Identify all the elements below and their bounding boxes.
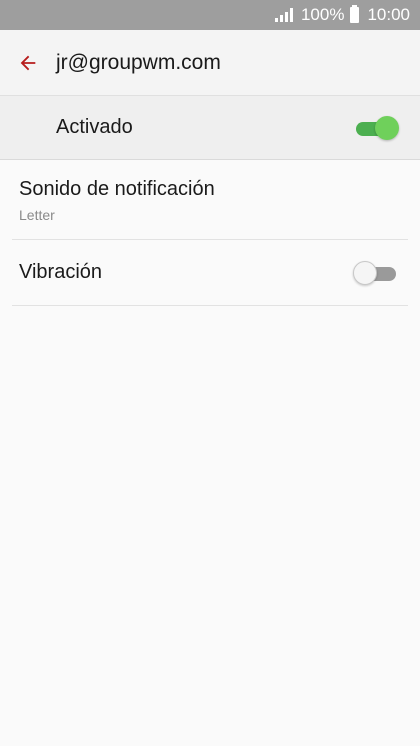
page-title: jr@groupwm.com [56,50,221,74]
master-switch-label: Activado [56,116,133,138]
master-toggle[interactable] [354,115,399,141]
arrow-left-icon [20,55,36,70]
master-switch-row[interactable]: Activado [0,96,420,160]
master-toggle-thumb [375,115,399,140]
vibration-toggle[interactable] [353,260,398,286]
signal-icon [273,8,293,22]
battery-percent: 100% [300,5,345,24]
back-button[interactable] [0,30,56,96]
status-time: 10:00 [367,5,410,24]
notification-sound-value: Letter [19,207,55,223]
notification-sound-title: Sonido de notificación [19,178,215,200]
vibration-title: Vibración [19,261,103,283]
status-bar: 100% 10:00 [0,0,420,30]
notification-sound-item[interactable]: Sonido de notificación Letter [12,160,408,240]
battery-icon [350,5,360,23]
app-bar: jr@groupwm.com [0,30,420,96]
vibration-item[interactable]: Vibración [12,240,408,306]
vibration-toggle-thumb [353,260,377,285]
